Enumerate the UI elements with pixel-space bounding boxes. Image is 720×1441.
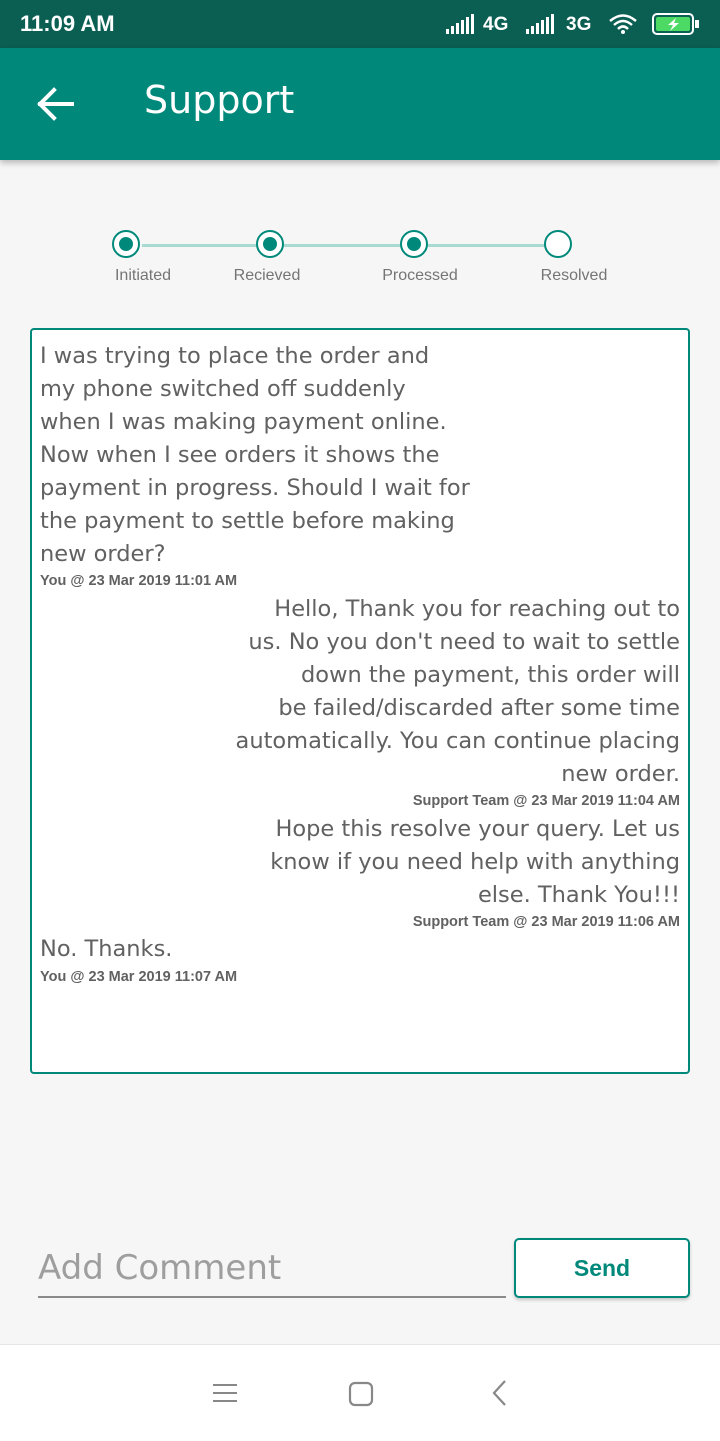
conversation-box[interactable]: I was trying to place the order and my p…	[30, 328, 690, 1074]
message-text: Hello, Thank you for reaching out to us.…	[235, 596, 680, 787]
step-label-recieved: Recieved	[233, 267, 301, 284]
network-type-1: 4G	[483, 14, 509, 35]
step-label-resolved: Resolved	[540, 267, 608, 284]
arrow-left-icon[interactable]	[36, 86, 76, 122]
step-label-processed: Processed	[382, 267, 458, 284]
comment-input[interactable]	[38, 1240, 506, 1298]
send-button[interactable]: Send	[514, 1238, 690, 1298]
wifi-icon	[609, 14, 637, 34]
message-text: Hope this resolve your query. Let us kno…	[270, 816, 680, 908]
network-type-2: 3G	[566, 14, 592, 35]
chevron-left-icon[interactable]	[490, 1379, 510, 1407]
menu-icon[interactable]	[213, 1383, 237, 1403]
home-icon[interactable]	[348, 1381, 374, 1407]
step-recieved-dot	[256, 230, 284, 258]
app-bar: Support	[0, 48, 720, 160]
status-bar: 11:09 AM 4G 3G	[0, 0, 720, 48]
step-label-initiated: Initiated	[114, 267, 172, 284]
message-text: I was trying to place the order and my p…	[40, 343, 470, 567]
status-time: 11:09 AM	[20, 11, 115, 36]
message-meta: You @ 23 Mar 2019 11:07 AM	[40, 969, 238, 985]
signal-icon-2	[526, 14, 554, 34]
message-meta: You @ 23 Mar 2019 11:01 AM	[40, 573, 238, 589]
message-meta: Support Team @ 23 Mar 2019 11:06 AM	[412, 914, 680, 930]
message-meta: Support Team @ 23 Mar 2019 11:04 AM	[412, 793, 680, 809]
step-initiated-dot	[112, 230, 140, 258]
step-connector	[284, 244, 414, 247]
system-nav-bar	[0, 1344, 720, 1441]
battery-icon	[652, 13, 699, 35]
step-connector	[428, 244, 546, 247]
signal-icon	[446, 14, 474, 34]
page-title: Support	[144, 78, 295, 122]
step-connector	[142, 244, 270, 247]
message-text: No. Thanks.	[40, 936, 173, 962]
step-resolved-dot	[544, 230, 572, 258]
step-processed-dot	[400, 230, 428, 258]
progress-stepper: Initiated Recieved Processed Resolved	[0, 220, 720, 300]
